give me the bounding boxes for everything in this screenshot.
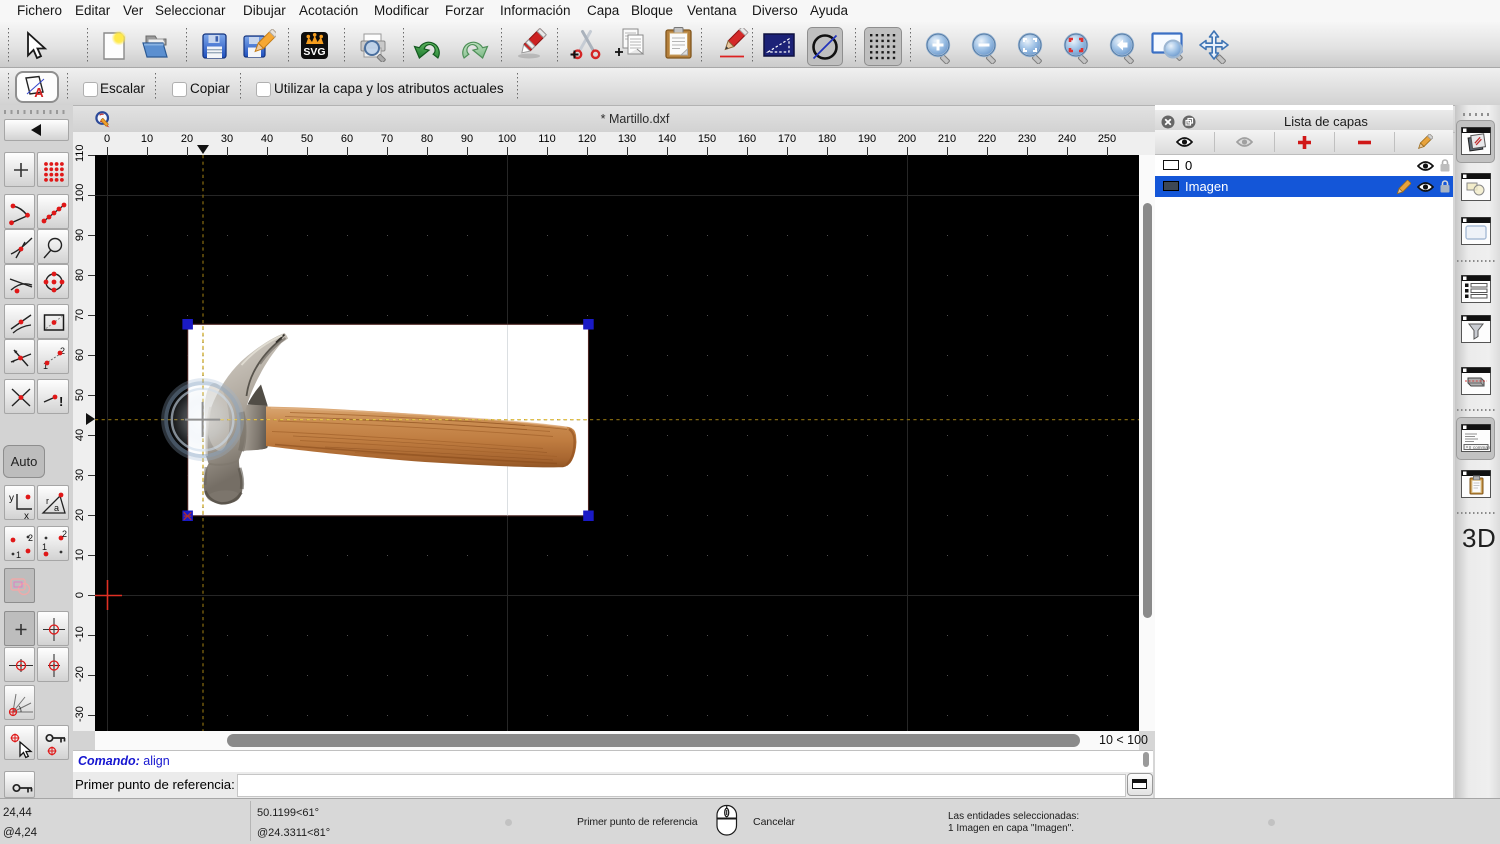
svg-text:y: y: [9, 493, 14, 504]
svg-text:command: command: [1473, 445, 1491, 450]
svg-text:a: a: [54, 503, 59, 513]
svg-text:1: 1: [16, 550, 21, 560]
svg-text:1: 1: [42, 542, 47, 552]
svg-text:x: x: [24, 511, 29, 519]
svg-text:A: A: [34, 85, 44, 100]
svg-text:2: 2: [62, 530, 67, 539]
svg-text:r: r: [46, 496, 49, 506]
svg-text:!: !: [59, 394, 63, 409]
svg-text:SVG: SVG: [303, 46, 325, 58]
